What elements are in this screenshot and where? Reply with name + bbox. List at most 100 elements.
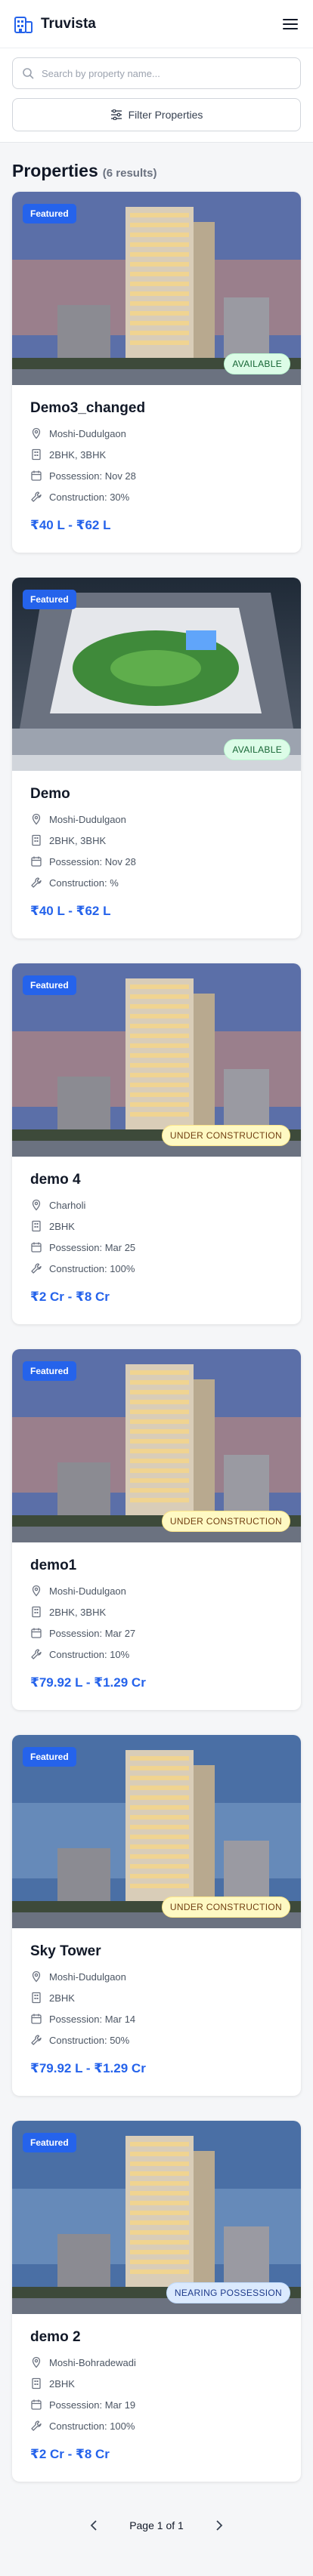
hamburger-menu-button[interactable] (280, 14, 301, 35)
location-row: Moshi-Dudulgaon (30, 423, 283, 444)
wrench-icon (31, 491, 42, 502)
calendar-icon (31, 2014, 42, 2024)
property-name[interactable]: Sky Tower (30, 1943, 283, 1960)
brand[interactable]: Truvista (12, 13, 96, 35)
prev-page-button[interactable] (81, 2513, 107, 2538)
property-details: demo1 Moshi-Dudulgaon 2BHK, 3BHK Possess… (12, 1542, 301, 1706)
possession-row: Possession: Nov 28 (30, 465, 283, 486)
calendar-icon (31, 470, 42, 481)
map-pin-icon (32, 2356, 41, 2368)
construction-row: Construction: % (30, 872, 283, 893)
construction-text: Construction: 30% (49, 491, 130, 503)
property-name[interactable]: demo1 (30, 1558, 283, 1574)
location-text: Moshi-Dudulgaon (49, 813, 126, 825)
location-row: Charholi (30, 1194, 283, 1216)
building-icon (32, 834, 41, 846)
pagination: Page 1 of 1 (0, 2507, 313, 2568)
status-badge: AVAILABLE (224, 353, 290, 374)
location-text: Charholi (49, 1199, 86, 1211)
construction-row: Construction: 100% (30, 2415, 283, 2436)
search-filter-panel: Filter Properties (0, 48, 313, 143)
property-name[interactable]: demo 2 (30, 2329, 283, 2346)
search-icon (23, 68, 34, 79)
status-badge: AVAILABLE (224, 739, 290, 760)
property-image[interactable]: Featured UNDER CONSTRUCTION (12, 963, 301, 1157)
config-row: 2BHK, 3BHK (30, 444, 283, 465)
property-image[interactable]: Featured AVAILABLE (12, 192, 301, 385)
config-text: 2BHK, 3BHK (49, 448, 107, 461)
location-row: Moshi-Bohradewadi (30, 2352, 283, 2373)
property-image[interactable]: Featured AVAILABLE (12, 578, 301, 771)
location-row: Moshi-Dudulgaon (30, 1966, 283, 1987)
possession-row: Possession: Mar 25 (30, 1237, 283, 1258)
calendar-icon (31, 856, 42, 867)
possession-text: Possession: Nov 28 (49, 470, 136, 482)
next-page-button[interactable] (206, 2513, 232, 2538)
featured-badge: Featured (23, 590, 76, 609)
possession-row: Possession: Mar 19 (30, 2394, 283, 2415)
filter-properties-button[interactable]: Filter Properties (12, 98, 301, 131)
possession-text: Possession: Mar 19 (49, 2399, 136, 2411)
property-details: Demo3_changed Moshi-Dudulgaon 2BHK, 3BHK… (12, 385, 301, 548)
search-box[interactable] (12, 57, 301, 89)
location-row: Moshi-Dudulgaon (30, 809, 283, 830)
status-badge: UNDER CONSTRUCTION (161, 1511, 290, 1532)
page-title: Properties (12, 161, 98, 180)
page-indicator: Page 1 of 1 (129, 2519, 184, 2531)
property-list: Featured AVAILABLE Demo3_changed Moshi-D… (0, 192, 313, 2482)
property-card[interactable]: Featured NEARING POSSESSION demo 2 Moshi… (12, 2121, 301, 2482)
construction-text: Construction: 10% (49, 1648, 130, 1660)
property-card[interactable]: Featured UNDER CONSTRUCTION demo1 Moshi-… (12, 1349, 301, 1710)
featured-badge: Featured (23, 975, 76, 995)
property-image[interactable]: Featured UNDER CONSTRUCTION (12, 1735, 301, 1928)
property-image[interactable]: Featured UNDER CONSTRUCTION (12, 1349, 301, 1542)
property-name[interactable]: Demo (30, 786, 283, 803)
wrench-icon (31, 2420, 42, 2431)
property-card[interactable]: Featured UNDER CONSTRUCTION demo 4 Charh… (12, 963, 301, 1324)
config-text: 2BHK (49, 1992, 75, 2004)
price-range: ₹40 L - ₹62 L (30, 518, 111, 532)
property-name[interactable]: Demo3_changed (30, 400, 283, 417)
construction-row: Construction: 100% (30, 1258, 283, 1279)
config-row: 2BHK (30, 1216, 283, 1237)
price-range: ₹2 Cr - ₹8 Cr (30, 1290, 110, 1304)
property-card[interactable]: Featured UNDER CONSTRUCTION Sky Tower Mo… (12, 1735, 301, 2096)
wrench-icon (31, 1263, 42, 1274)
map-pin-icon (32, 1971, 41, 1983)
map-pin-icon (32, 1585, 41, 1597)
app-name: Truvista (41, 15, 96, 32)
building-icon (32, 448, 41, 461)
location-text: Moshi-Bohradewadi (49, 2356, 136, 2368)
config-row: 2BHK, 3BHK (30, 830, 283, 851)
calendar-icon (31, 2399, 42, 2410)
construction-text: Construction: 100% (49, 1262, 135, 1274)
chevron-left-icon (90, 2520, 97, 2531)
price-range: ₹79.92 L - ₹1.29 Cr (30, 2061, 146, 2075)
location-text: Moshi-Dudulgaon (49, 1585, 126, 1597)
featured-badge: Featured (23, 1361, 76, 1381)
featured-badge: Featured (23, 2133, 76, 2152)
property-card[interactable]: Featured AVAILABLE Demo Moshi-Dudulgaon … (12, 578, 301, 938)
property-details: Demo Moshi-Dudulgaon 2BHK, 3BHK Possessi… (12, 771, 301, 934)
status-badge: UNDER CONSTRUCTION (161, 1897, 290, 1918)
app-header: Truvista (0, 0, 313, 48)
map-pin-icon (32, 813, 41, 825)
config-row: 2BHK (30, 2373, 283, 2394)
building-icon (32, 2377, 41, 2390)
construction-row: Construction: 30% (30, 486, 283, 507)
construction-text: Construction: 50% (49, 2034, 130, 2046)
featured-badge: Featured (23, 1747, 76, 1767)
possession-text: Possession: Mar 14 (49, 2013, 136, 2025)
results-count: (6 results) (102, 167, 157, 180)
calendar-icon (31, 1628, 42, 1638)
search-input[interactable] (42, 67, 291, 79)
status-badge: NEARING POSSESSION (166, 2282, 290, 2303)
wrench-icon (31, 1649, 42, 1659)
property-card[interactable]: Featured AVAILABLE Demo3_changed Moshi-D… (12, 192, 301, 553)
property-image[interactable]: Featured NEARING POSSESSION (12, 2121, 301, 2314)
menu-icon (283, 18, 298, 29)
filter-label: Filter Properties (128, 109, 203, 121)
status-badge: UNDER CONSTRUCTION (161, 1125, 290, 1146)
property-name[interactable]: demo 4 (30, 1172, 283, 1188)
calendar-icon (31, 1242, 42, 1253)
